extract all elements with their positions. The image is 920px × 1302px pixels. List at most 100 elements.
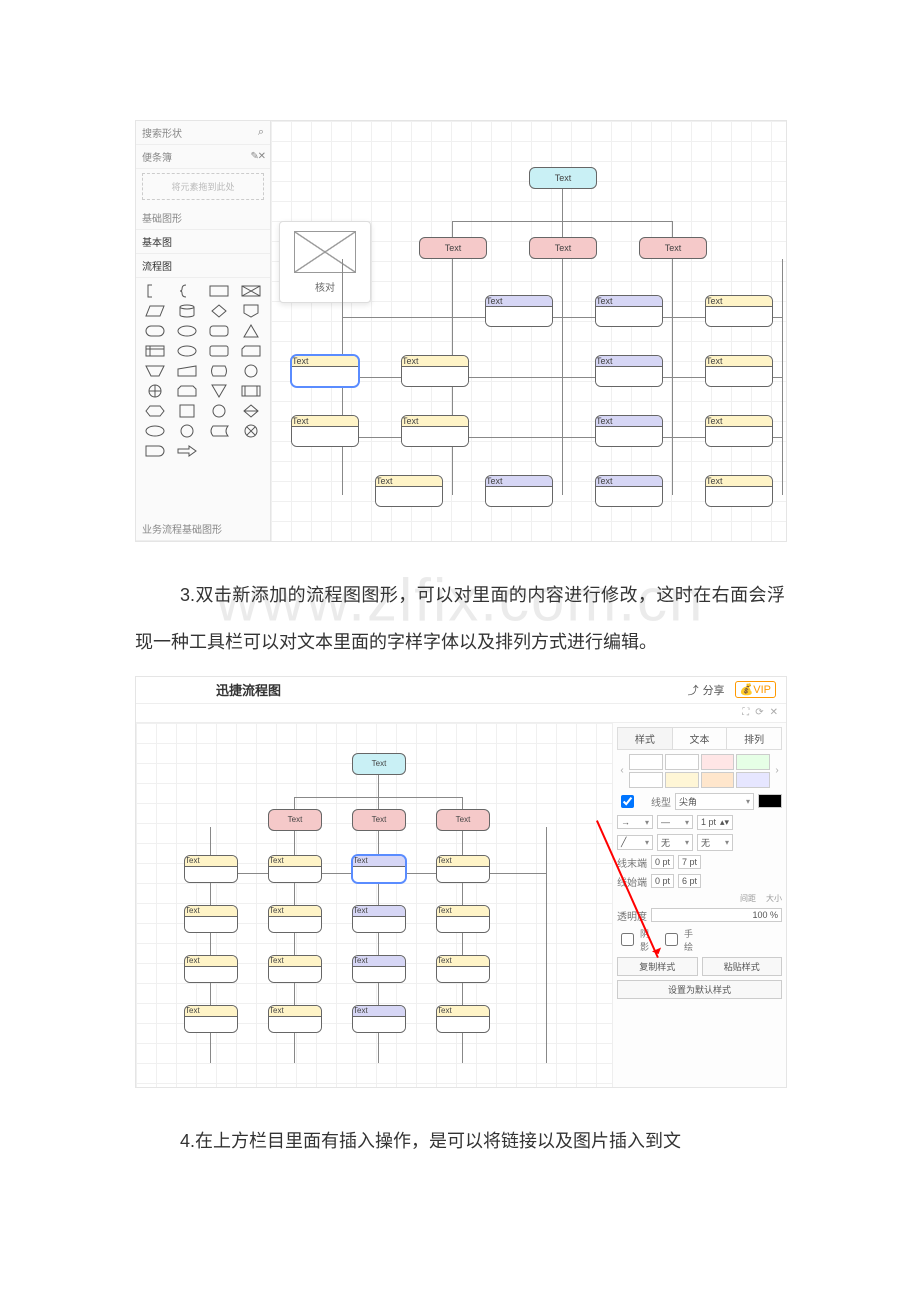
line-end-val[interactable]: 0 pt [651,855,674,869]
org-node[interactable]: Text [268,1005,322,1033]
org-node[interactable]: Text [705,415,773,447]
section-flow[interactable]: 流程图 [136,254,270,278]
swatch[interactable] [629,754,663,770]
shape-roundrect2[interactable] [209,344,229,358]
org-node[interactable]: Text [352,905,406,933]
shape-x-box[interactable] [241,284,261,298]
org-node[interactable]: Text [436,855,490,883]
org-node[interactable]: Text [595,415,663,447]
org-node[interactable]: Text [595,355,663,387]
org-node[interactable]: Text [436,809,490,831]
org-node[interactable]: Text [352,955,406,983]
swatch[interactable] [701,754,735,770]
org-node[interactable]: Text [352,809,406,831]
line-end-size[interactable]: 7 pt [678,855,701,869]
opacity-value[interactable]: 100 % [651,908,782,922]
shape-delay[interactable] [145,444,165,458]
swatch[interactable] [736,754,770,770]
org-node[interactable]: Text [705,355,773,387]
org-node[interactable]: Text [436,905,490,933]
org-node[interactable]: Text [436,955,490,983]
shape-circle2[interactable] [177,424,197,438]
line-color[interactable] [758,794,782,808]
org-node[interactable]: Text [595,295,663,327]
line-start-size[interactable]: 6 pt [678,874,701,888]
org-node[interactable]: Text [705,295,773,327]
shape-diamond[interactable] [209,304,229,318]
swatch-prev[interactable]: ‹ [617,765,627,776]
shape-card[interactable] [241,344,261,358]
arrow-end-select[interactable]: —▾ [657,815,693,829]
shape-cylinder[interactable] [177,304,197,318]
org-node[interactable]: Text [268,855,322,883]
arrow-start-select[interactable]: →▾ [617,815,653,829]
org-node[interactable]: Text [268,905,322,933]
shape-manual-input[interactable] [177,364,197,378]
shape-sort[interactable] [241,404,261,418]
org-node[interactable]: Text [485,295,553,327]
org-node[interactable]: Text [268,809,322,831]
swatch[interactable] [701,772,735,788]
swatch-next[interactable]: › [772,765,782,776]
tab-text[interactable]: 文本 [673,728,728,749]
set-default-style-button[interactable]: 设置为默认样式 [617,980,782,999]
shape-triangle[interactable] [241,324,261,338]
org-node[interactable]: Text [401,355,469,387]
line-type-check[interactable] [621,795,634,808]
swatch[interactable] [736,772,770,788]
swatch[interactable] [665,754,699,770]
paste-style-button[interactable]: 粘贴样式 [702,957,783,976]
line-none-select2[interactable]: 无▾ [697,834,733,851]
org-node[interactable]: Text [291,415,359,447]
org-node[interactable]: Text [268,955,322,983]
org-node[interactable]: Text [436,1005,490,1033]
close-icon[interactable]: ✕ [770,707,778,718]
scratchpad-drop[interactable]: 将元素拖到此处 [142,173,264,200]
sketch-check[interactable]: 手绘 [661,927,691,953]
shadow-check[interactable]: 阴影 [617,927,647,953]
swatch[interactable] [629,772,663,788]
shape-sum[interactable] [145,384,165,398]
shape-stored-data[interactable] [209,424,229,438]
shape-parallelogram[interactable] [145,304,165,318]
org-node[interactable]: Text [184,955,238,983]
shape-internal-storage[interactable] [145,344,165,358]
org-node-selected[interactable]: Text [291,355,359,387]
org-node-root[interactable]: Text [529,167,597,189]
org-node[interactable]: Text [184,855,238,883]
shape-oval[interactable] [145,424,165,438]
line-start-val[interactable]: 0 pt [651,874,674,888]
shape-rect[interactable] [209,284,229,298]
line-style-select[interactable]: ╱▾ [617,835,653,850]
org-node[interactable]: Text [639,237,707,259]
shape-predefined[interactable] [241,384,261,398]
shape-circle[interactable] [241,364,261,378]
tab-style[interactable]: 样式 [618,728,673,749]
tab-arrange[interactable]: 排列 [727,728,781,749]
shape-bracket-left[interactable] [145,284,165,298]
org-node-root[interactable]: Text [352,753,406,775]
vip-badge[interactable]: 💰VIP [735,681,776,698]
shape-offpage[interactable] [241,304,261,318]
refresh-icon[interactable]: ⟳ [755,707,763,718]
org-node[interactable]: Text [401,415,469,447]
org-node-selected[interactable]: Text [352,855,406,883]
shape-search[interactable]: 搜索形状 ⌕ [136,121,270,145]
canvas-2[interactable]: Text Text Text Text Text Text Text Text … [136,723,612,1087]
shape-hexagon[interactable] [145,404,165,418]
line-width[interactable]: 1 pt▴▾ [697,815,733,830]
shape-or[interactable] [241,424,261,438]
org-node[interactable]: Text [705,475,773,507]
shape-box[interactable] [177,404,197,418]
section-basic[interactable]: 基本图 [136,230,270,254]
share-button[interactable]: ⤴分享 [682,680,731,700]
swatch[interactable] [665,772,699,788]
shape-ellipse[interactable] [177,324,197,338]
line-none-select[interactable]: 无▾ [657,834,693,851]
shape-display[interactable] [209,364,229,378]
section-basic-shapes[interactable]: 基础图形 [136,206,270,230]
shape-brace-left[interactable] [177,284,197,298]
line-type-select[interactable]: 尖角▾ [675,793,754,810]
org-node[interactable]: Text [529,237,597,259]
scratchpad-header[interactable]: 便条簿 ✎ ✕ [136,145,270,169]
